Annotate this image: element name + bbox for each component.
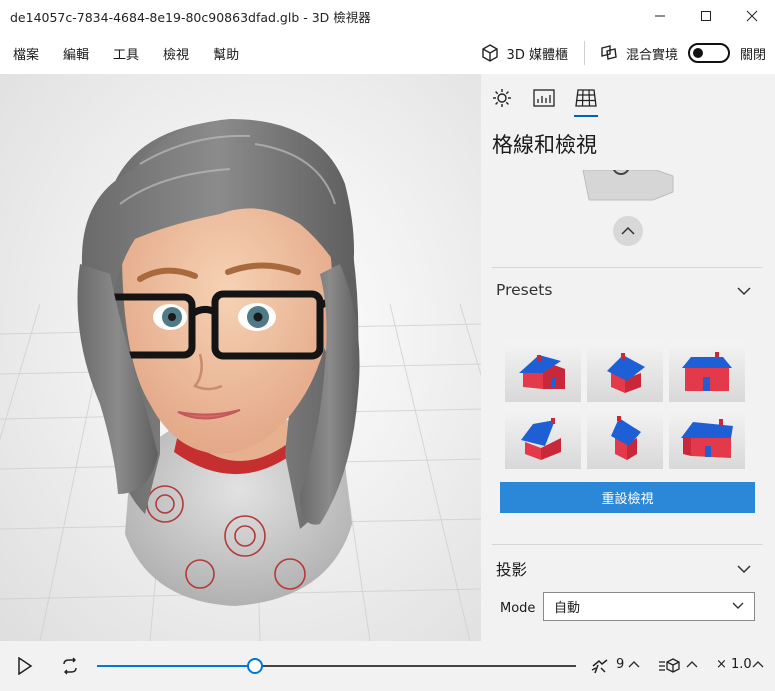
menu-file[interactable]: 檔案 — [0, 32, 51, 74]
mixed-reality-button[interactable]: 混合實境 — [599, 32, 678, 74]
tab-lighting[interactable] — [489, 86, 515, 110]
chevron-up-icon[interactable] — [628, 660, 640, 668]
model-render — [0, 119, 481, 641]
mode-select[interactable]: 自動 — [543, 592, 755, 621]
timeline-slider[interactable] — [97, 658, 576, 674]
menu-help[interactable]: 幫助 — [201, 32, 251, 74]
menu-edit[interactable]: 編輯 — [51, 32, 101, 74]
mixed-reality-icon — [601, 45, 617, 60]
loop-icon[interactable] — [60, 656, 80, 676]
playback-bar: 9 × 1.0 — [0, 641, 775, 691]
house-icon — [681, 418, 733, 458]
active-tab-indicator — [574, 115, 598, 117]
preset-top-front[interactable] — [587, 341, 663, 402]
sun-icon — [493, 89, 511, 107]
house-icon — [521, 417, 561, 460]
play-icon[interactable] — [17, 657, 33, 675]
settings-panel: 格線和檢視 Presets 重設檢視 投影 Mode 自動 — [481, 74, 775, 641]
3d-library-button[interactable]: 3D 媒體櫃 — [480, 32, 568, 74]
window-title: de14057c-7834-4684-8e19-80c90863dfad.glb… — [10, 9, 371, 25]
house-icon — [611, 415, 641, 460]
title-bar: de14057c-7834-4684-8e19-80c90863dfad.glb… — [0, 0, 775, 32]
minimize-icon — [655, 15, 665, 17]
display-mode-icon[interactable] — [658, 656, 680, 676]
preset-top-left[interactable] — [505, 408, 581, 469]
close-button[interactable] — [729, 0, 775, 32]
tab-grid-view[interactable] — [573, 86, 599, 110]
reset-view-button[interactable]: 重設檢視 — [500, 482, 755, 513]
animation-icon[interactable] — [590, 656, 610, 676]
menu-tools[interactable]: 工具 — [101, 32, 151, 74]
house-icon — [607, 352, 645, 393]
house-icon — [519, 354, 565, 389]
mode-label: Mode — [500, 601, 536, 616]
right-pupil — [253, 312, 263, 322]
grid-icon — [575, 89, 597, 107]
section-divider — [492, 267, 763, 268]
chevron-up-icon[interactable] — [752, 660, 764, 668]
projection-chevron-icon[interactable] — [737, 565, 751, 574]
stats-icon — [533, 89, 555, 107]
projection-label: 投影 — [496, 561, 528, 579]
timeline-thumb[interactable] — [247, 658, 264, 674]
speed-label: × 1.0 — [716, 657, 752, 672]
mode-value: 自動 — [554, 601, 581, 616]
preset-grid — [505, 341, 745, 469]
panel-title: 格線和檢視 — [492, 133, 597, 157]
left-pupil — [168, 313, 176, 321]
toggle-knob — [692, 48, 703, 58]
presets-label: Presets — [496, 281, 553, 299]
chevron-up-icon[interactable] — [686, 660, 698, 668]
menu-right: 3D 媒體櫃 混合實境 關閉 — [480, 32, 775, 74]
preset-top-side[interactable] — [587, 408, 663, 469]
menu-view[interactable]: 檢視 — [151, 32, 201, 74]
mixed-reality-label: 混合實境 — [625, 47, 678, 63]
preset-front-right[interactable] — [669, 408, 745, 469]
panel-tabs — [481, 74, 775, 120]
collapse-button[interactable] — [612, 215, 644, 247]
close-icon — [746, 10, 758, 22]
3d-viewport[interactable] — [0, 74, 481, 641]
mixed-reality-toggle[interactable] — [687, 43, 730, 63]
menu-separator — [583, 41, 585, 65]
preset-front[interactable] — [669, 341, 745, 402]
section-divider — [492, 544, 763, 545]
cube-icon — [481, 44, 498, 62]
minimize-button[interactable] — [637, 0, 683, 32]
presets-chevron-icon[interactable] — [737, 287, 751, 296]
timeline-progress — [97, 665, 256, 667]
maximize-icon — [701, 11, 711, 21]
house-icon — [682, 351, 732, 391]
toggle-state-label: 關閉 — [739, 47, 766, 63]
menu-bar: 檔案 編輯 工具 檢視 幫助 3D 媒體櫃 混合實境 關閉 — [0, 32, 775, 74]
maximize-button[interactable] — [683, 0, 729, 32]
frame-count: 9 — [616, 657, 625, 672]
chevron-down-icon — [732, 602, 744, 609]
window-controls — [637, 0, 775, 32]
preset-front-left[interactable] — [505, 341, 581, 402]
3d-library-label: 3D 媒體櫃 — [506, 47, 568, 63]
tab-stats[interactable] — [531, 86, 557, 110]
